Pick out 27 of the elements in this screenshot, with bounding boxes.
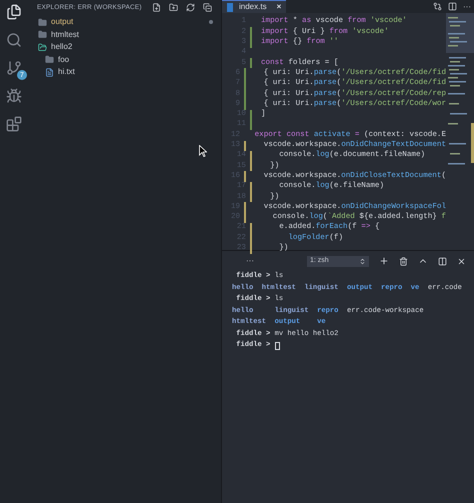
tree-item[interactable]: htmltest [51,30,80,39]
editor-tab[interactable]: index.ts × [222,0,286,13]
mouse-pointer-icon [199,145,207,157]
new-file-icon[interactable] [152,3,161,12]
tree-item[interactable]: foo [58,56,70,64]
close-icon[interactable] [457,256,466,266]
more-actions[interactable]: ··· [246,255,254,267]
more-actions[interactable]: ··· [463,0,471,12]
search-icon[interactable] [6,32,22,48]
files-icon[interactable] [6,4,22,20]
add-icon[interactable] [379,256,389,266]
close-icon[interactable]: × [276,1,282,13]
tree-item[interactable]: output [51,18,74,26]
scm-icon[interactable] [6,60,22,76]
split-editor-icon[interactable] [448,2,457,11]
debug-icon[interactable] [6,88,22,104]
tree-item[interactable]: hi.txt [58,68,75,76]
chevron-icon [359,258,366,264]
extensions-icon[interactable] [6,116,22,132]
trash-icon[interactable] [399,256,408,266]
collapse-icon[interactable] [203,3,212,12]
refresh-icon[interactable] [186,3,195,12]
split-panel-icon[interactable] [438,256,447,266]
compare-icon[interactable] [433,2,442,11]
typescript-file-icon [227,2,233,12]
tree-item[interactable]: hello2 [51,43,72,52]
new-folder-icon[interactable] [169,3,178,12]
